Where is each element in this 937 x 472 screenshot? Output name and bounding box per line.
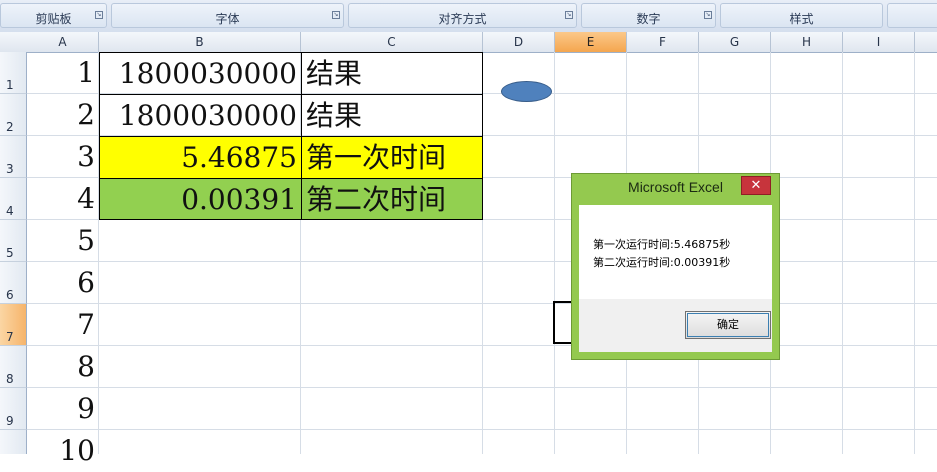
ribbon-group-cells[interactable] [887,3,937,28]
cell-b4[interactable]: 0.00391 [99,178,302,220]
column-header-bar: A B C D E F G H I [0,32,937,53]
cell-b2[interactable]: 1800030000 [99,94,302,137]
ribbon-group-number[interactable]: 数字 ↘ [581,3,716,28]
cell-c4[interactable]: 第二次时间 [301,178,483,220]
close-icon[interactable]: ✕ [741,176,771,195]
cell-c2[interactable]: 结果 [301,94,483,137]
dialog-footer: 确定 [579,299,772,352]
cell-a5[interactable]: 5 [27,220,99,262]
dialog-message-line-1: 第一次运行时间:5.46875秒 [593,238,731,251]
column-header-c[interactable]: C [301,32,483,52]
dialog-message-line-2: 第二次运行时间:0.00391秒 [593,256,731,269]
dialog-launcher-icon[interactable]: ↘ [95,11,103,19]
row-header-8[interactable]: 8 [0,346,27,388]
cell-a6[interactable]: 6 [27,262,99,304]
cell-a2[interactable]: 2 [27,94,99,136]
cell-a4[interactable]: 4 [27,178,99,220]
ribbon-group-label: 对齐方式 [438,12,487,26]
cell-a9[interactable]: 9 [27,388,99,430]
dialog-launcher-icon[interactable]: ↘ [565,11,573,19]
row-header-10[interactable] [0,430,27,454]
ribbon-bar: 剪贴板 ↘ 字体 ↘ 对齐方式 ↘ 数字 ↘ 样式 [0,0,937,33]
cell-a1[interactable]: 1 [27,52,99,94]
column-header-h[interactable]: H [771,32,843,52]
cell-b1[interactable]: 1800030000 [99,52,302,95]
column-header-g[interactable]: G [699,32,771,52]
column-header-e[interactable]: E [555,32,627,52]
ribbon-group-label: 样式 [789,12,814,26]
message-box-dialog: Microsoft Excel ✕ 第一次运行时间:5.46875秒 第二次运行… [571,173,780,360]
dialog-body: 第一次运行时间:5.46875秒 第二次运行时间:0.00391秒 [579,205,772,299]
dialog-launcher-icon[interactable]: ↘ [704,11,712,19]
cell-b3[interactable]: 5.46875 [99,136,302,179]
ribbon-group-font[interactable]: 字体 ↘ [111,3,344,28]
oval-shape[interactable] [501,81,552,102]
ribbon-group-label: 数字 [636,12,661,26]
row-header-6[interactable]: 6 [0,262,27,304]
ribbon-group-label: 字体 [215,12,240,26]
cell-a7[interactable]: 7 [27,304,99,346]
row-header-3[interactable]: 3 [0,136,27,178]
cell-a10[interactable]: 10 [27,430,99,472]
row-header-7[interactable]: 7 [0,304,27,346]
row-header-4[interactable]: 4 [0,178,27,220]
row-header-5[interactable]: 5 [0,220,27,262]
row-header-2[interactable]: 2 [0,94,27,136]
cell-c3[interactable]: 第一次时间 [301,136,483,179]
ribbon-group-styles[interactable]: 样式 [720,3,883,28]
cell-a8[interactable]: 8 [27,346,99,388]
row-header-9[interactable]: 9 [0,388,27,430]
column-header-d[interactable]: D [483,32,555,52]
column-header-a[interactable]: A [27,32,99,52]
row-header-1[interactable]: 1 [0,52,27,94]
column-header-i[interactable]: I [843,32,915,52]
ribbon-group-label: 剪贴板 [35,12,72,26]
cell-a3[interactable]: 3 [27,136,99,178]
ok-button[interactable]: 确定 [685,311,771,339]
dialog-launcher-icon[interactable]: ↘ [332,11,340,19]
ribbon-group-alignment[interactable]: 对齐方式 ↘ [348,3,577,28]
ribbon-group-clipboard[interactable]: 剪贴板 ↘ [0,3,107,28]
column-header-f[interactable]: F [627,32,699,52]
cell-c1[interactable]: 结果 [301,52,483,95]
column-header-b[interactable]: B [99,32,301,52]
column-header-partial[interactable] [915,32,937,52]
